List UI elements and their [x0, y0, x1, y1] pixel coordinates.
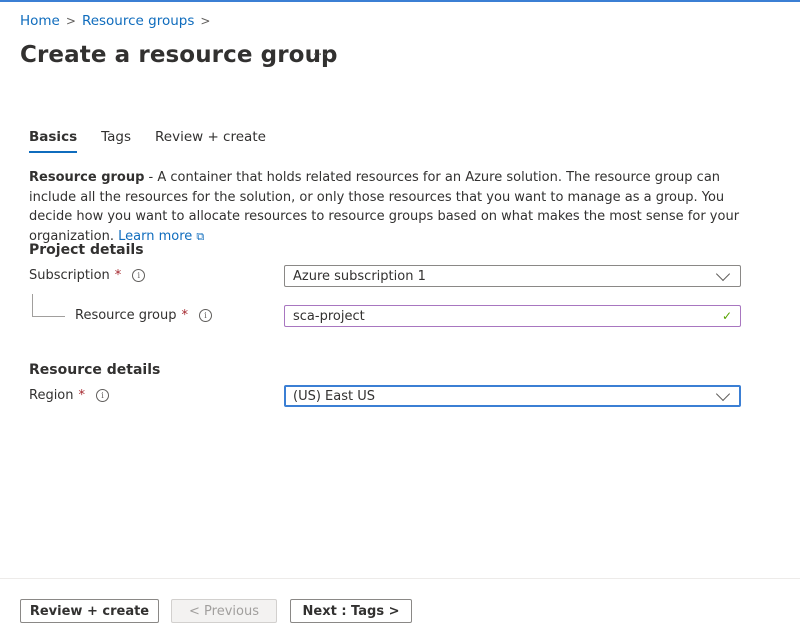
hierarchy-connector: [32, 294, 65, 317]
resource-details-heading: Resource details: [29, 362, 161, 378]
breadcrumb-home[interactable]: Home: [20, 13, 60, 29]
description: Resource group - A container that holds …: [29, 168, 749, 246]
subscription-dropdown[interactable]: Azure subscription 1: [284, 265, 741, 287]
tab-tags[interactable]: Tags: [101, 129, 131, 153]
breadcrumb-resource-groups[interactable]: Resource groups: [82, 13, 194, 29]
next-tags-button[interactable]: Next : Tags >: [290, 599, 412, 623]
external-link-icon: ⧉: [196, 229, 205, 243]
previous-button[interactable]: < Previous: [171, 599, 277, 623]
subscription-label: Subscription * i: [29, 268, 146, 283]
tab-bar: Basics Tags Review + create: [29, 129, 266, 153]
required-indicator: *: [114, 268, 122, 283]
chevron-right-icon: >: [65, 14, 76, 28]
region-label-text: Region: [29, 388, 74, 403]
chevron-right-icon: >: [200, 14, 211, 28]
page-title: Create a resource group: [20, 42, 338, 68]
required-indicator: *: [181, 308, 189, 323]
required-indicator: *: [78, 388, 86, 403]
region-label: Region * i: [29, 388, 110, 403]
subscription-value: Azure subscription 1: [293, 268, 426, 284]
region-value: (US) East US: [293, 388, 375, 404]
chevron-down-icon: [715, 386, 731, 401]
description-term: Resource group: [29, 170, 145, 185]
tab-basics[interactable]: Basics: [29, 129, 78, 153]
breadcrumb: Home > Resource groups >: [20, 13, 210, 29]
tab-review-create[interactable]: Review + create: [155, 129, 266, 153]
resource-group-value: sca-project: [293, 308, 365, 324]
info-icon[interactable]: i: [132, 269, 146, 282]
review-create-button[interactable]: Review + create: [20, 599, 159, 623]
project-details-heading: Project details: [29, 242, 144, 258]
more-options-icon[interactable]: ···: [313, 48, 328, 63]
resource-group-label-text: Resource group: [75, 308, 177, 323]
region-dropdown[interactable]: (US) East US: [284, 385, 741, 407]
resource-group-label: Resource group * i: [75, 308, 213, 323]
chevron-down-icon: [715, 266, 731, 281]
resource-group-input[interactable]: sca-project ✓: [284, 305, 741, 327]
footer-divider: [0, 578, 800, 579]
info-icon[interactable]: i: [96, 389, 110, 402]
checkmark-icon: ✓: [721, 309, 732, 323]
info-icon[interactable]: i: [199, 309, 213, 322]
subscription-label-text: Subscription: [29, 268, 110, 283]
